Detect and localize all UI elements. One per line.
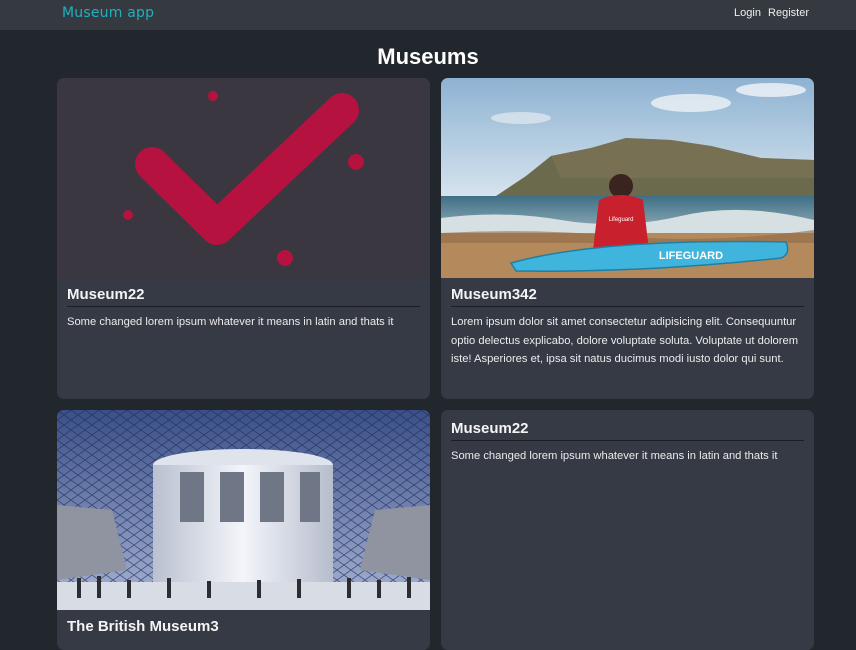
board-text: LIFEGUARD [659,250,723,262]
card-title: Museum22 [67,286,420,307]
register-link[interactable]: Register [768,7,809,19]
login-link[interactable]: Login [734,7,761,19]
navbar: Museum app Login Register [0,0,856,30]
museum-card[interactable]: Museum22 Some changed lorem ipsum whatev… [441,410,814,650]
shirt-text: Lifeguard [608,217,633,223]
lifeguard-beach-image: Lifeguard LIFEGUARD [441,78,814,278]
card-description: Some changed lorem ipsum whatever it mea… [67,316,394,328]
british-museum-image [57,410,430,610]
card-image-checkmark [57,78,430,278]
checkmark-icon [123,91,364,266]
card-image-beach: Lifeguard LIFEGUARD [441,78,814,278]
museum-card[interactable]: The British Museum3 [57,410,430,650]
page-title: Museums [377,44,479,69]
museum-card[interactable]: Museum22 Some changed lorem ipsum whatev… [57,78,430,399]
card-image-museum [57,410,430,610]
card-title: Museum342 [451,286,804,307]
card-description: Some changed lorem ipsum whatever it mea… [451,450,778,462]
nav-links: Login Register [730,7,809,19]
card-title: The British Museum3 [67,618,219,635]
card-description: Lorem ipsum dolor sit amet consectetur a… [451,316,799,365]
brand-link[interactable]: Museum app [62,5,154,21]
card-title: Museum22 [451,420,804,441]
museum-card[interactable]: Lifeguard LIFEGUARD Museum342 Lorem ipsu… [441,78,814,399]
